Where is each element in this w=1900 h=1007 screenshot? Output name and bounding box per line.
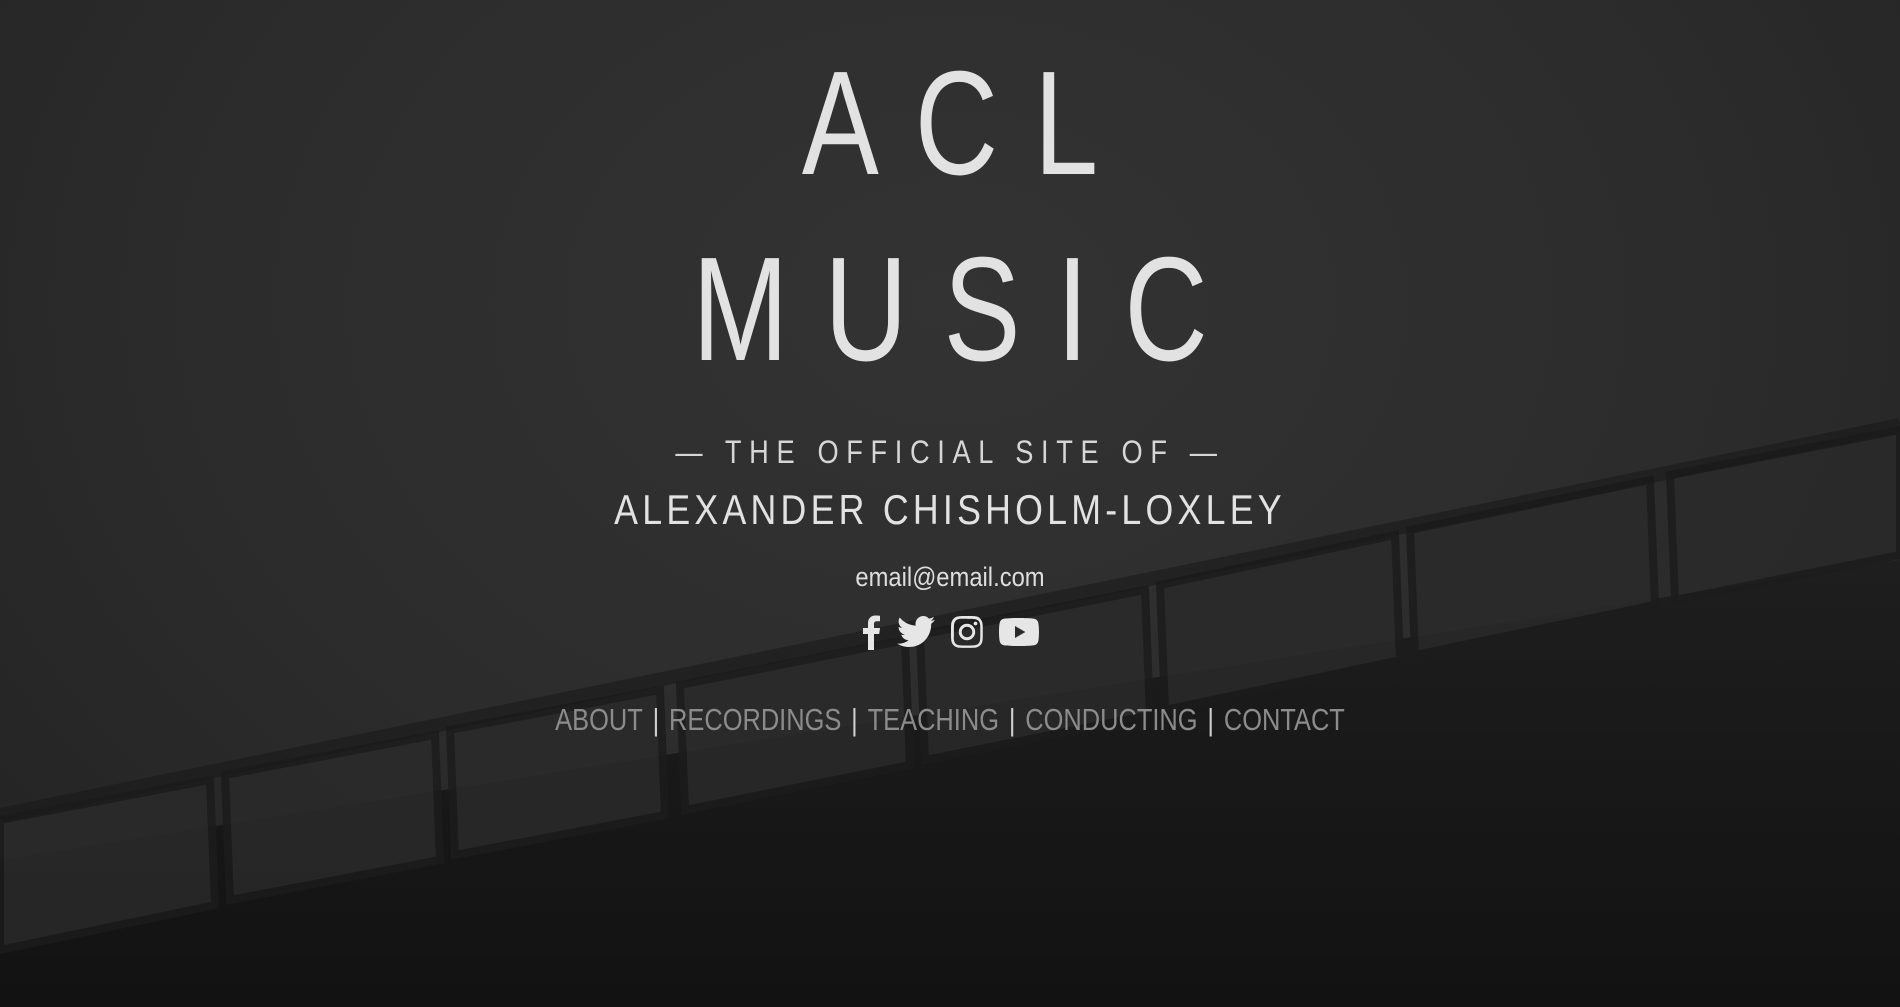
tagline: — THE OFFICIAL SITE OF — — [675, 434, 1225, 470]
nav-conducting[interactable]: CONDUCTING — [1025, 702, 1197, 737]
site-title-line-1: ACL — [801, 41, 1135, 206]
youtube-icon[interactable] — [999, 612, 1039, 652]
artist-name: ALEXANDER CHISHOLM-LOXLEY — [614, 486, 1286, 533]
nav-teaching[interactable]: TEACHING — [868, 702, 999, 737]
email-link[interactable]: email@email.com — [114, 560, 1786, 594]
page: ACL MUSIC — THE OFFICIAL SITE OF — ALEXA… — [0, 0, 1900, 1007]
nav-separator: | — [652, 702, 660, 737]
instagram-icon[interactable] — [951, 612, 983, 652]
nav-separator: | — [851, 702, 858, 737]
nav-separator: | — [1008, 702, 1016, 737]
main-nav: ABOUT | RECORDINGS | TEACHING | CONDUCTING | CON… — [171, 700, 1729, 740]
nav-separator: | — [1207, 702, 1215, 737]
social-links — [0, 612, 1900, 652]
twitter-icon[interactable] — [897, 612, 935, 652]
site-title-line-2: MUSIC — [692, 227, 1244, 392]
nav-about[interactable]: ABOUT — [555, 702, 643, 737]
facebook-icon[interactable] — [861, 612, 881, 652]
nav-recordings[interactable]: RECORDINGS — [669, 702, 841, 737]
nav-contact[interactable]: CONTACT — [1224, 702, 1345, 737]
